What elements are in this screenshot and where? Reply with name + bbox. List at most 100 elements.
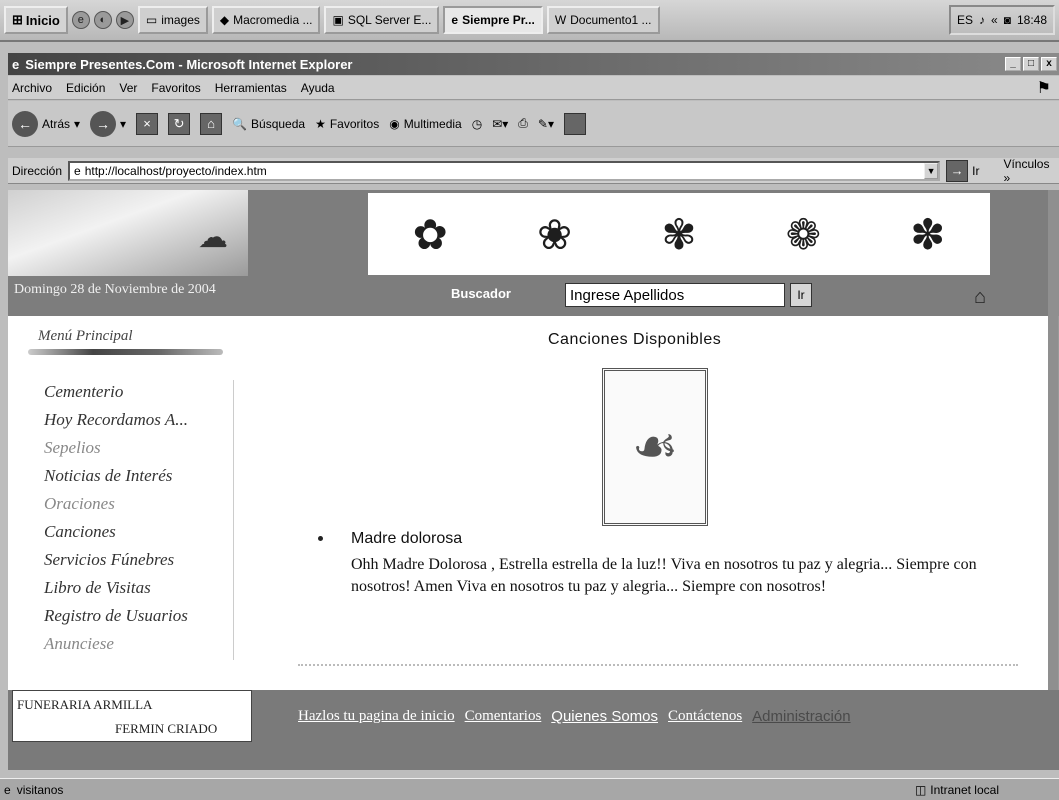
mail-icon[interactable]: ✉▾ <box>492 117 508 131</box>
menu-title: Menú Principal <box>38 328 133 344</box>
flowers-strip: ✿ ❀ ✾ ❁ ✽ <box>368 193 990 275</box>
word-icon: W <box>554 13 567 27</box>
forward-button[interactable]: → ▾ <box>90 110 126 137</box>
menu-item-cementerio[interactable]: Cementerio <box>24 380 233 408</box>
menu-item-noticias[interactable]: Noticias de Interés <box>24 464 233 492</box>
search-go-button[interactable]: Ir <box>790 283 812 307</box>
back-arrow-icon: ← <box>12 110 38 137</box>
edit-icon[interactable]: ✎▾ <box>538 117 554 131</box>
link-comentarios[interactable]: Comentarios <box>465 708 542 725</box>
bullet-icon <box>318 536 323 541</box>
window-title: Siempre Presentes.Com - Microsoft Intern… <box>25 56 353 72</box>
flower-bouquet-icon: ❁ <box>785 210 821 258</box>
menu-herramientas[interactable]: Herramientas <box>215 81 287 95</box>
maximize-button[interactable]: □ <box>1023 57 1039 71</box>
flower-bouquet-icon: ✿ <box>412 210 448 258</box>
menu-ayuda[interactable]: Ayuda <box>301 81 335 95</box>
search-label: Buscador <box>451 286 511 301</box>
angel-icon: ☙ <box>631 418 679 476</box>
messenger-icon[interactable] <box>563 112 586 135</box>
menu-item-libro-visitas[interactable]: Libro de Visitas <box>24 576 233 604</box>
go-arrow-icon: → <box>946 159 969 182</box>
menu-ver[interactable]: Ver <box>119 81 137 95</box>
expand-tray-icon[interactable]: « <box>991 13 998 27</box>
cherub-icon: ☁ <box>198 221 228 254</box>
page-icon: e <box>74 163 81 178</box>
search-button[interactable]: 🔍 Búsqueda <box>232 117 305 131</box>
menu-item-servicios-funebres[interactable]: Servicios Fúnebres <box>24 548 233 576</box>
menu-item-anunciese[interactable]: Anunciese <box>24 632 233 660</box>
address-dropdown-button[interactable]: ▼ <box>924 162 939 179</box>
refresh-icon[interactable]: ↻ <box>168 112 191 135</box>
close-button[interactable]: x <box>1041 57 1057 71</box>
link-quienes-somos[interactable]: Quienes Somos <box>551 708 658 725</box>
minimize-button[interactable]: _ <box>1005 57 1021 71</box>
sql-server-icon: ▣ <box>332 13 344 27</box>
song-lyrics: Ohh Madre Dolorosa , Estrella estrella d… <box>351 556 977 595</box>
volume-icon[interactable]: ♪ <box>979 13 985 27</box>
stop-icon[interactable]: × <box>136 112 159 135</box>
start-button[interactable]: ⊞ Inicio <box>4 6 68 34</box>
address-input[interactable] <box>84 163 921 178</box>
outlook-quicklaunch-icon[interactable]: ◐ <box>93 11 112 29</box>
flower-bouquet-icon: ✽ <box>910 210 946 258</box>
taskbar-button-macromedia[interactable]: ◆ Macromedia ... <box>211 6 321 34</box>
menu-item-oraciones[interactable]: Oraciones <box>24 492 233 520</box>
taskbar-button-images[interactable]: ▭ images <box>137 6 208 34</box>
flower-bouquet-icon: ❀ <box>536 210 573 258</box>
history-icon[interactable]: ◷ <box>472 117 482 131</box>
multimedia-icon: ◉ <box>389 116 400 131</box>
link-contactenos[interactable]: Contáctenos <box>668 708 742 725</box>
links-button[interactable]: Vínculos » <box>1003 157 1059 185</box>
link-administracion[interactable]: Administración <box>752 708 850 725</box>
company-name: FUNERARIA ARMILLA <box>17 697 153 712</box>
ie-title-icon: e <box>12 56 20 72</box>
taskbar-button-documento1[interactable]: W Documento1 ... <box>546 6 660 34</box>
taskbar-button-siempre[interactable]: e Siempre Pr... <box>443 6 543 34</box>
current-date: Domingo 28 de Noviembre de 2004 <box>14 282 216 297</box>
home-icon[interactable]: ⌂ <box>974 286 986 309</box>
ie-quicklaunch-icon[interactable]: e <box>71 11 90 29</box>
menu-edicion[interactable]: Edición <box>66 81 105 95</box>
address-bar: Dirección e ▼ → Ir Vínculos » <box>8 157 1059 185</box>
menu-item-hoy-recordamos[interactable]: Hoy Recordamos A... <box>24 408 233 436</box>
menu-archivo[interactable]: Archivo <box>12 81 52 95</box>
print-icon[interactable]: ⎙ <box>518 116 528 131</box>
intranet-icon: ◫ <box>914 782 927 797</box>
menu-item-canciones[interactable]: Canciones <box>24 520 233 548</box>
windows-flag-icon: ⚑ <box>1036 79 1051 97</box>
multimedia-button[interactable]: ◉ Multimedia <box>389 117 462 131</box>
window-titlebar[interactable]: e Siempre Presentes.Com - Microsoft Inte… <box>8 53 1059 75</box>
clock[interactable]: 18:48 <box>1017 13 1047 27</box>
tray-app-icon[interactable]: ◙ <box>1004 13 1011 27</box>
windows-logo-icon: ⊞ <box>12 12 23 27</box>
surname-search-input[interactable] <box>565 283 785 307</box>
link-homepage[interactable]: Hazlos tu pagina de inicio <box>298 708 455 725</box>
menu-item-sepelios[interactable]: Sepelios <box>24 436 233 464</box>
address-field[interactable]: e ▼ <box>68 160 941 181</box>
song-image: ☙ <box>602 368 708 526</box>
songs-title: Canciones Disponibles <box>548 331 722 348</box>
browser-toolbar: ← Atrás ▾ → ▾ × ↻ ⌂ 🔍 Búsqueda ★ Favorit… <box>8 101 1059 147</box>
page-status-icon: e <box>4 782 11 797</box>
start-label: Inicio <box>25 12 60 28</box>
language-indicator[interactable]: ES <box>957 13 973 27</box>
song-name: Madre dolorosa <box>351 530 463 547</box>
back-button[interactable]: ← Atrás ▾ <box>12 110 80 137</box>
page-footer: FUNERARIA ARMILLA FERMIN CRIADO Hazlos t… <box>8 690 1059 770</box>
dreamweaver-icon: ◆ <box>219 13 230 27</box>
company-person: FERMIN CRIADO <box>115 721 218 736</box>
menu-favoritos[interactable]: Favoritos <box>151 81 200 95</box>
star-icon: ★ <box>315 116 326 131</box>
media-player-quicklaunch-icon[interactable]: ▶ <box>115 11 134 29</box>
taskbar-button-sql-server[interactable]: ▣ SQL Server E... <box>324 6 440 34</box>
go-button[interactable]: → Ir <box>946 159 979 182</box>
company-box: FUNERARIA ARMILLA FERMIN CRIADO <box>12 690 252 742</box>
home-icon[interactable]: ⌂ <box>200 112 223 135</box>
system-tray: ES ♪ « ◙ 18:48 <box>949 5 1055 35</box>
status-text: visitanos <box>16 782 64 797</box>
favorites-button[interactable]: ★ Favoritos <box>315 117 379 131</box>
main-menu: Cementerio Hoy Recordamos A... Sepelios … <box>24 380 234 660</box>
status-bar: e visitanos ◫ Intranet local <box>0 778 1059 800</box>
menu-item-registro-usuarios[interactable]: Registro de Usuarios <box>24 604 233 632</box>
